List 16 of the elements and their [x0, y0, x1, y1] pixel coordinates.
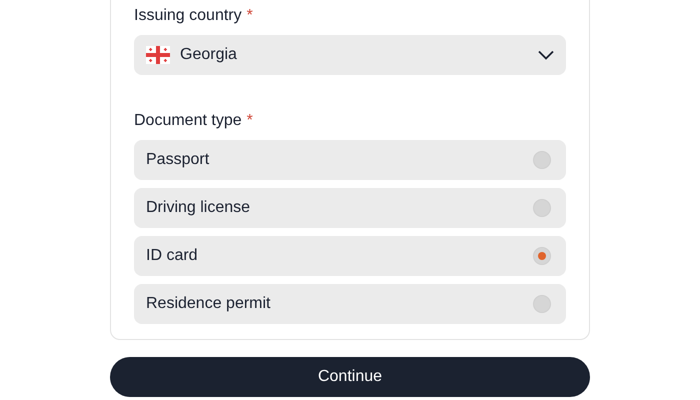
- document-option[interactable]: Passport: [134, 140, 566, 180]
- field-label: Issuing country: [134, 6, 242, 26]
- georgia-flag-icon: [146, 46, 170, 64]
- document-option[interactable]: ID card: [134, 236, 566, 276]
- document-option[interactable]: Driving license: [134, 188, 566, 228]
- required-mark: *: [246, 6, 253, 26]
- radio-button[interactable]: [533, 295, 551, 313]
- field-label: Document type: [134, 111, 242, 131]
- radio-button[interactable]: [533, 199, 551, 217]
- radio-button[interactable]: [533, 151, 551, 169]
- required-mark: *: [246, 111, 253, 131]
- radio-button[interactable]: [533, 247, 551, 265]
- country-select[interactable]: Georgia: [134, 35, 566, 75]
- continue-button[interactable]: Continue: [110, 357, 590, 397]
- chevron-down-icon: [538, 50, 554, 60]
- document-option[interactable]: Residence permit: [134, 284, 566, 324]
